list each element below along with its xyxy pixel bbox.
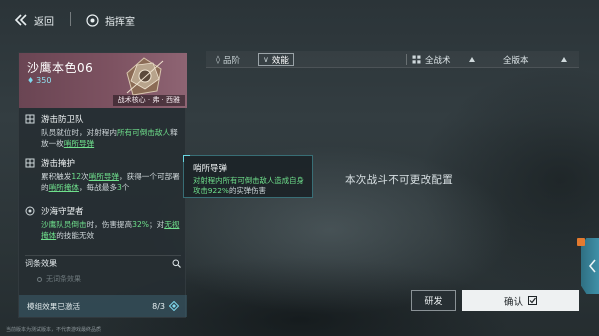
skill-highlight: 所有可倒击敌人 <box>116 128 171 137</box>
skill-description: 累积触发12次哨所导弹，获得一个可部署的哨所掩体，每战最多3个 <box>41 171 183 193</box>
affix-header: 词条效果 <box>25 255 181 269</box>
skill-text: 队员就位时，对射程内 <box>41 128 117 137</box>
locked-config-notice: 本次战斗不可更改配置 <box>345 174 453 186</box>
shield-grid-icon <box>25 114 35 124</box>
skill-link-missile[interactable]: 哨所导弹 <box>89 172 119 181</box>
skill-title: 游击掩护 <box>41 159 76 169</box>
chevron-down-icon: ∨ <box>263 55 269 64</box>
triangle-up-icon <box>560 57 567 62</box>
affix-empty-state: 无词条效果 <box>37 274 81 284</box>
diamond-badge-icon <box>169 301 179 311</box>
triangle-up-icon <box>468 57 475 62</box>
skill-description: 队员就位时，对射程内所有可倒击敌人释放一枚哨所导弹 <box>41 127 183 149</box>
diamond-icon: ◊ <box>216 55 220 64</box>
skill-description: 沙鹰队员倒击时，伤害提高32%；对无视掩体的技能无效 <box>41 219 183 241</box>
affix-title: 词条效果 <box>25 259 57 268</box>
skill-text: ；对 <box>149 220 165 229</box>
tooltip-body: 对射程内所有可倒击敌人造成自身攻击922%的实弹伤害 <box>193 176 308 196</box>
skill-text: 次 <box>81 172 89 181</box>
back-label: 返回 <box>34 16 54 28</box>
missile-tooltip: 哨所导弹 对射程内所有可倒击敌人造成自身攻击922%的实弹伤害 <box>183 155 313 198</box>
command-room-icon <box>86 13 99 27</box>
version-dropdown-label: 全版本 <box>503 55 529 66</box>
tactics-dropdown[interactable]: 全战术 <box>412 53 475 66</box>
module-status-bar[interactable]: 模组效果已激活 8/3 <box>19 295 187 317</box>
search-icon[interactable] <box>172 259 181 268</box>
version-footnote: 当前版本为测试版本，不代表游戏最终品质 <box>6 327 102 333</box>
skill-desert-watcher: 沙海守望者 沙鹰队员倒击时，伤害提高32%；对无视掩体的技能无效 <box>25 205 183 241</box>
top-bar: 返回 指挥室 <box>0 0 599 40</box>
status-count: 8/3 <box>152 301 165 311</box>
energy-drop-icon: ♦ <box>27 76 35 85</box>
module-cost-value: 350 <box>36 76 52 85</box>
double-chevron-left-icon <box>14 14 27 26</box>
empty-dot-icon <box>37 276 42 282</box>
tab-effect[interactable]: ∨ 效能 <box>258 53 294 66</box>
confirm-label: 确认 <box>503 296 523 308</box>
skill-guerrilla-guard: 游击防卫队 队员就位时，对射程内所有可倒击敌人释放一枚哨所导弹 <box>25 113 183 149</box>
back-button[interactable]: 返回 <box>14 11 54 29</box>
skill-title: 游击防卫队 <box>41 115 84 125</box>
tooltip-text: 的实弹伤害 <box>228 186 266 195</box>
shield-grid-icon <box>25 158 35 168</box>
version-dropdown[interactable]: 全版本 <box>503 53 567 66</box>
notification-badge <box>577 238 585 246</box>
tab-quality-label: 品阶 <box>222 55 240 66</box>
tooltip-percent: 922% <box>207 186 229 195</box>
tooltip-title: 哨所导弹 <box>193 164 228 174</box>
module-name: 沙鹰本色06 <box>27 61 94 75</box>
tactics-dropdown-label: 全战术 <box>425 55 451 66</box>
module-tag: 战术核心 · 弗 · 西雅 <box>112 95 185 106</box>
skill-text: 累积触发 <box>41 172 72 181</box>
affix-empty-label: 无词条效果 <box>46 275 81 283</box>
filter-bar: ◊ 品阶 ∨ 效能 全战术 全版本 <box>206 51 579 68</box>
checkbox-check-icon <box>528 296 537 305</box>
module-emblem-icon <box>126 57 164 96</box>
skill-text: 个 <box>121 183 130 192</box>
grid-icon <box>412 55 421 64</box>
skill-text: 的技能无效 <box>56 231 95 240</box>
skill-text: 时，伤害提高 <box>86 220 133 229</box>
skill-title: 沙海守望者 <box>41 207 84 217</box>
skill-highlight: 32% <box>132 220 150 229</box>
chevron-left-icon <box>588 259 596 273</box>
confirm-button[interactable]: 确认 <box>462 290 579 311</box>
command-room-link[interactable]: 指挥室 <box>86 11 135 29</box>
skill-highlight: 沙鹰队员倒击 <box>41 220 87 229</box>
topbar-divider <box>70 12 71 26</box>
skill-guerrilla-cover: 游击掩护 累积触发12次哨所导弹，获得一个可部署的哨所掩体，每战最多3个 <box>25 157 183 193</box>
skill-link-cover[interactable]: 哨所掩体 <box>49 183 79 192</box>
module-card[interactable]: 沙鹰本色06 ♦ 350 战术核心 · 弗 · 西雅 <box>19 53 187 108</box>
skill-link-missile[interactable]: 哨所导弹 <box>64 139 94 148</box>
tab-effect-label: 效能 <box>271 55 289 66</box>
side-panel-handle[interactable] <box>581 238 599 294</box>
module-detail-panel: 沙鹰本色06 ♦ 350 战术核心 · 弗 · 西雅 游击防卫队 队员就位时，对… <box>18 52 187 318</box>
tab-quality[interactable]: ◊ 品阶 <box>216 53 240 66</box>
skill-highlight: 12 <box>71 172 82 181</box>
module-cost: ♦ 350 <box>27 76 51 85</box>
status-label: 模组效果已激活 <box>27 301 81 311</box>
filter-divider <box>406 54 407 65</box>
target-icon <box>25 206 35 216</box>
command-room-label: 指挥室 <box>105 16 135 28</box>
skill-text: ，每战最多 <box>78 183 117 192</box>
develop-button[interactable]: 研发 <box>411 290 456 311</box>
develop-label: 研发 <box>424 297 443 307</box>
